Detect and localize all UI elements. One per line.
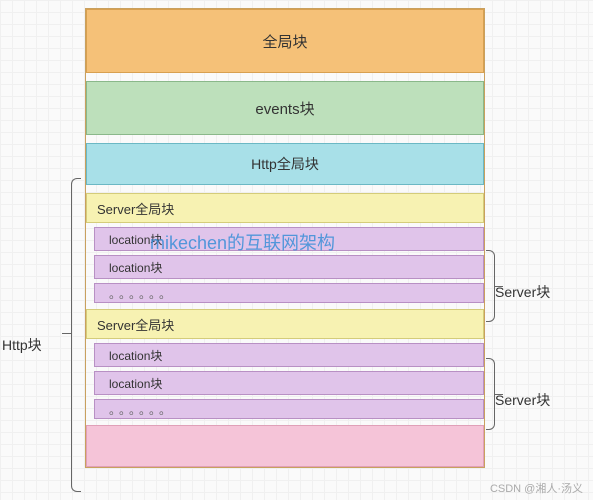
gap <box>86 185 484 193</box>
server-bracket-1-label: Server块 <box>495 282 550 302</box>
http-inner: Server全局块 location块 location块 。。。。。。 Ser… <box>86 193 484 467</box>
gap <box>86 135 484 143</box>
ellipsis-block: 。。。。。。 <box>94 283 484 303</box>
location-block: location块 <box>94 255 484 279</box>
server-bracket-2-label: Server块 <box>495 390 550 410</box>
events-block: events块 <box>86 81 484 135</box>
location-block: location块 <box>94 227 484 251</box>
http-bracket-tip <box>62 333 71 334</box>
bottom-ellipsis-block <box>86 425 484 467</box>
server-global-block: Server全局块 <box>86 309 484 339</box>
server-group-2: Server全局块 location块 location块 。。。。。。 <box>86 309 484 419</box>
http-bracket <box>71 178 81 492</box>
server-global-block: Server全局块 <box>86 193 484 223</box>
nginx-config-diagram: 全局块 events块 Http全局块 Server全局块 location块 … <box>85 8 485 468</box>
server-bracket-1 <box>486 250 495 322</box>
server-group-1: Server全局块 location块 location块 。。。。。。 <box>86 193 484 303</box>
location-block: location块 <box>94 371 484 395</box>
global-block: 全局块 <box>86 9 484 73</box>
location-block: location块 <box>94 343 484 367</box>
http-global-block: Http全局块 <box>86 143 484 185</box>
server-bracket-2 <box>486 358 495 430</box>
footer-credit: CSDN @湘人·汤义 <box>490 480 583 496</box>
http-bracket-label: Http块 <box>2 335 42 355</box>
gap <box>86 73 484 81</box>
ellipsis-block: 。。。。。。 <box>94 399 484 419</box>
